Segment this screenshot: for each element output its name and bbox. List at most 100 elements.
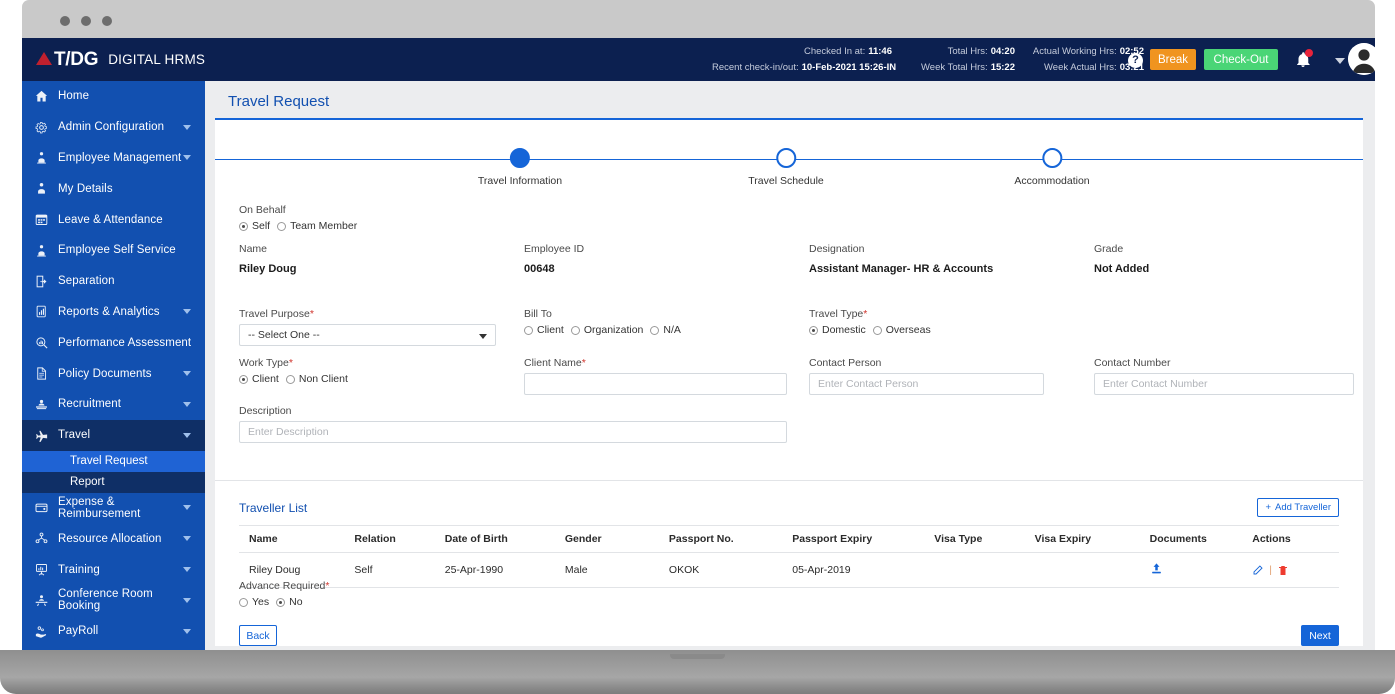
travel-type-radio-overseas[interactable]: Overseas [872, 324, 931, 336]
next-button[interactable]: Next [1301, 625, 1339, 646]
week-actual-row: Week Actual Hrs:03:21 [1029, 60, 1144, 76]
checked-in-row: Checked In at: 11:46 [712, 44, 892, 60]
avatar[interactable] [1348, 43, 1375, 75]
checked-in-value: 11:46 [868, 45, 892, 57]
radio-indicator[interactable] [650, 325, 660, 335]
employee-id-value: 00648 [524, 263, 555, 275]
work-type-radio-group[interactable]: Client Non Client [239, 373, 348, 385]
check-out-button[interactable]: Check-Out [1204, 49, 1278, 70]
brand-name: DIGITAL HRMS [108, 52, 206, 67]
sidebar-item-admin-configuration[interactable]: Admin Configuration [22, 112, 205, 143]
sidebar-subitem-travel-request[interactable]: Travel Request [22, 450, 205, 472]
contact-person-input[interactable] [809, 373, 1044, 395]
sidebar-item-separation[interactable]: Separation [22, 266, 205, 297]
advance-required-label: Advance Required* [239, 580, 330, 592]
break-button[interactable]: Break [1150, 49, 1196, 70]
bill-to-radio-organization[interactable]: Organization [570, 324, 643, 336]
sidebar-subitem-report[interactable]: Report [22, 471, 205, 493]
work-type-radio-client[interactable]: Client [239, 373, 279, 385]
recent-checkin-value: 10-Feb-2021 15:26-IN [801, 61, 897, 73]
trash-icon[interactable] [1277, 564, 1289, 577]
notification-bell-icon[interactable] [1294, 49, 1313, 70]
bill-to-radio-client[interactable]: Client [524, 324, 564, 336]
stepper-label: Travel Information [477, 175, 563, 187]
help-icon[interactable]: ? [1128, 53, 1143, 68]
radio-indicator[interactable] [809, 325, 818, 335]
work-type-radio-non-client[interactable]: Non Client [285, 373, 348, 385]
stepper-dot[interactable] [509, 148, 530, 168]
contact-person-label: Contact Person [809, 357, 882, 369]
table-header-documents: Documents [1139, 525, 1243, 553]
stepper-step-accommodation[interactable]: Accommodation [1014, 148, 1090, 187]
sidebar-item-leave-attendance[interactable]: Leave & Attendance [22, 204, 205, 235]
radio-indicator[interactable] [276, 597, 286, 607]
employee-id-label: Employee ID [524, 243, 585, 255]
bill-to-radio-n-a[interactable]: N/A [650, 324, 681, 336]
bill-to-radio-group[interactable]: Client Organization N/A [524, 324, 681, 336]
radio-indicator[interactable] [285, 374, 295, 384]
sidebar-item-policy-documents[interactable]: Policy Documents [22, 358, 205, 389]
week-total-value: 15:22 [990, 61, 1015, 73]
sidebar-item-travel[interactable]: Travel [22, 419, 205, 451]
travel-purpose-select[interactable]: -- Select One -- [239, 324, 496, 346]
edit-icon[interactable] [1252, 564, 1264, 576]
sidebar-item-recruitment[interactable]: Recruitment [22, 389, 205, 420]
sidebar-item-label: Policy Documents [58, 367, 152, 380]
add-traveller-button[interactable]: + Add Traveller [1257, 498, 1339, 517]
advance-required-radio-no[interactable]: No [276, 596, 303, 608]
stepper-dot[interactable] [775, 148, 796, 168]
advance-required-radio-yes[interactable]: Yes [239, 596, 269, 608]
airplane-icon [34, 428, 58, 443]
contact-number-input[interactable] [1094, 373, 1354, 395]
stepper-step-travel-information[interactable]: Travel Information [478, 148, 562, 187]
sidebar-item-home[interactable]: Home [22, 81, 205, 112]
window-dot-1 [60, 16, 70, 26]
travel-type-radio-group[interactable]: Domestic Overseas [809, 324, 931, 336]
radio-indicator[interactable] [570, 325, 580, 335]
week-total-label: Week Total Hrs: [920, 61, 988, 73]
radio-indicator[interactable] [239, 374, 248, 384]
on-behalf-radio-self[interactable]: Self [239, 220, 270, 232]
sidebar-navigation[interactable]: Home Admin Configuration Employee Manageme… [22, 81, 205, 655]
gear-icon [34, 120, 58, 135]
brand-logo[interactable]: T/DG DIGITAL HRMS [36, 49, 205, 71]
sidebar-item-reports-analytics[interactable]: Reports & Analytics [22, 297, 205, 328]
upload-icon[interactable] [1150, 562, 1163, 575]
travel-type-label: Travel Type* [809, 308, 868, 320]
sidebar-item-label: Recruitment [58, 398, 122, 411]
sidebar-item-employee-self-service[interactable]: Employee Self Service [22, 235, 205, 266]
travel-type-radio-domestic[interactable]: Domestic [809, 324, 866, 336]
on-behalf-radio-group[interactable]: Self Team Member [239, 220, 357, 232]
sidebar-item-my-details[interactable]: My Details [22, 173, 205, 204]
client-name-input[interactable] [524, 373, 787, 395]
radio-indicator[interactable] [872, 325, 882, 335]
description-input[interactable] [239, 421, 787, 443]
radio-indicator[interactable] [277, 221, 287, 231]
top-navbar: T/DG DIGITAL HRMS Checked In at: 11:46 Re… [22, 38, 1375, 81]
radio-indicator[interactable] [239, 597, 248, 607]
advance-required-radio-group[interactable]: Yes No [239, 596, 329, 608]
stepper-step-travel-schedule[interactable]: Travel Schedule [748, 148, 824, 187]
sidebar-item-label: Travel [58, 429, 91, 442]
sidebar-item-expense-reimbursement[interactable]: Expense & Reimbursement [22, 493, 205, 524]
door-exit-icon [34, 274, 58, 289]
on-behalf-radio-team-member[interactable]: Team Member [277, 220, 357, 232]
name-value: Riley Doug [239, 263, 297, 275]
radio-indicator[interactable] [524, 325, 533, 335]
sidebar-item-performance-assessment[interactable]: Performance Assessment [22, 327, 205, 358]
sidebar-item-payroll[interactable]: PayRoll [22, 616, 205, 647]
sidebar-item-resource-allocation[interactable]: Resource Allocation [22, 523, 205, 554]
chevron-down-icon[interactable] [1335, 58, 1345, 64]
sidebar-item-label: Reports & Analytics [58, 305, 160, 318]
radio-indicator[interactable] [239, 221, 248, 231]
sidebar-item-conference-room-booking[interactable]: Conference Room Booking [22, 585, 205, 616]
radio-label: Client [252, 373, 279, 385]
back-button[interactable]: Back [239, 625, 277, 646]
stepper-dot[interactable] [1041, 148, 1062, 168]
people-icon [34, 243, 58, 258]
sidebar-item-training[interactable]: Training [22, 554, 205, 585]
week-total-hrs-row: Week Total Hrs: 15:22 [910, 60, 1015, 76]
sidebar-item-employee-management[interactable]: Employee Management [22, 143, 205, 174]
sidebar-item-label: Expense & Reimbursement [58, 495, 141, 520]
chevron-down-icon [183, 567, 191, 573]
